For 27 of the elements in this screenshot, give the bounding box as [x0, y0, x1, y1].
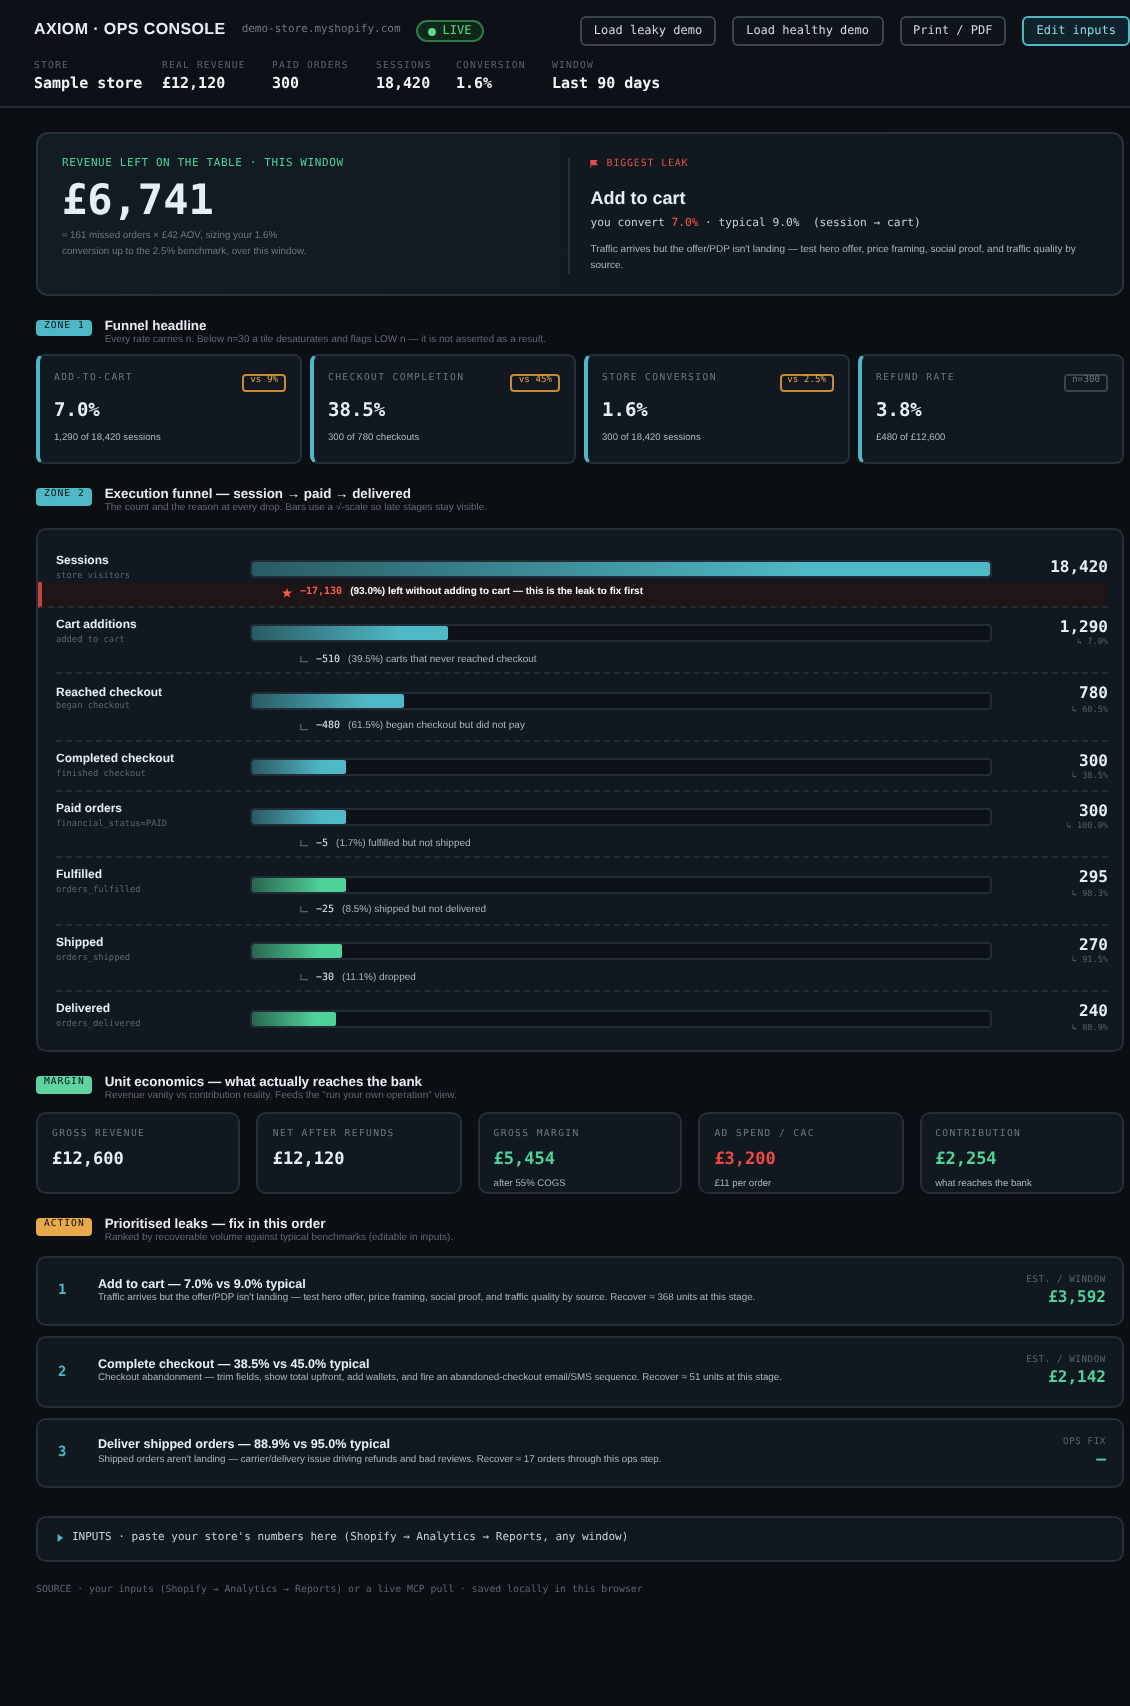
stage-count: 240: [1077, 1002, 1108, 1023]
flag-icon: [590, 160, 599, 169]
stage-count: 780: [1077, 684, 1108, 705]
tile-value: 38.5%: [328, 400, 388, 426]
star-icon: [282, 588, 292, 599]
metric-value: £2,142: [1046, 1368, 1106, 1390]
tile-value: £3,200: [714, 1150, 778, 1173]
metric-value: £3,592: [1046, 1287, 1106, 1309]
stage-count: 1,290: [1057, 617, 1108, 637]
hero-amount: £6,741: [62, 180, 216, 223]
tile-value: £2,254: [935, 1150, 999, 1173]
metric-value: —: [1094, 1449, 1106, 1470]
stage-count: 300: [1077, 751, 1108, 771]
tile-value: 7.0%: [54, 400, 102, 426]
stage-count: 18,420: [1048, 558, 1108, 580]
tile-value: £12,120: [272, 1150, 347, 1173]
tile-value: £12,600: [52, 1150, 126, 1173]
status-dot-icon: [428, 27, 437, 36]
caret-icon: [56, 1534, 64, 1543]
app-title: AXIOM · OPS CONSOLE: [34, 20, 226, 42]
stage-count: 270: [1077, 935, 1108, 955]
tile-value: £5,454: [493, 1150, 558, 1173]
stage-count: 300: [1077, 801, 1108, 821]
tile-value: 3.8%: [876, 400, 924, 426]
leak-title: Add to cart: [590, 187, 688, 211]
stage-count: 295: [1077, 868, 1108, 889]
tile-value: 1.6%: [602, 400, 650, 426]
